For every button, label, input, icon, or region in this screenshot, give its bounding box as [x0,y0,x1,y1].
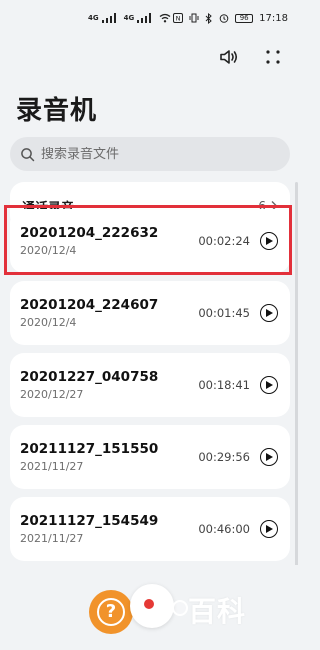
play-icon[interactable] [260,304,278,322]
recording-right: 00:01:45 [198,304,278,322]
play-icon[interactable] [260,448,278,466]
recording-info: 20201204_224607 2020/12/4 [20,297,158,329]
recording-duration: 00:01:45 [198,306,250,320]
status-bar: 4G 4G N 96 17:18 [0,0,300,36]
recording-right: 00:02:24 [198,232,278,250]
help-icon: ? [97,598,125,626]
top-actions [218,46,284,68]
wifi-icon [159,13,171,23]
recording-item[interactable]: 20201204_222632 2020/12/4 00:02:24 [10,209,290,273]
recording-date: 2020/12/4 [20,244,77,257]
network-type-2: 4G [123,14,135,22]
search-bar[interactable] [10,137,290,171]
scrollbar[interactable] [295,182,298,567]
record-button[interactable] [130,584,174,628]
recording-duration: 00:02:24 [198,234,250,248]
watermark-text: 百科 [188,595,247,628]
recording-date: 2020/12/27 [20,388,84,401]
bluetooth-icon [205,12,212,24]
signal-icon-2 [137,13,153,23]
nfc-icon: N [173,13,184,23]
vibrate-icon [189,13,199,23]
svg-text:N: N [176,15,181,23]
recording-name: 20211127_154549 [20,513,159,529]
play-icon[interactable] [260,376,278,394]
page-title: 录音机 [16,96,98,126]
help-button[interactable]: ? [89,590,133,634]
recording-info: 20211127_151550 2021/11/27 [20,441,158,473]
status-right: N 96 17:18 [173,12,288,24]
recording-duration: 00:46:00 [198,522,250,536]
recording-name: 20201204_222632 [20,225,159,241]
recording-info: 20201204_222632 2020/12/4 [20,225,158,257]
recording-name: 20201204_224607 [20,297,159,313]
recording-date: 2020/12/4 [20,316,77,329]
watermark-dot-icon [172,600,188,616]
search-input[interactable] [41,146,271,162]
recording-duration: 00:18:41 [198,378,250,392]
search-icon [21,147,35,161]
recording-item[interactable]: 20211127_151550 2021/11/27 00:29:56 [10,425,290,489]
recording-item[interactable]: 20211127_154549 2021/11/27 00:46:00 [10,497,290,561]
recording-right: 00:46:00 [198,520,278,538]
recording-info: 20201227_040758 2020/12/27 [20,369,158,401]
status-left: 4G 4G [12,13,171,23]
status-time: 17:18 [259,12,288,24]
recording-name: 20201227_040758 [20,369,159,385]
network-type-1: 4G [88,14,99,22]
recording-name: 20211127_151550 [20,441,159,457]
recording-right: 00:18:41 [198,376,278,394]
recording-right: 00:29:56 [198,448,278,466]
battery-icon: 96 [235,13,254,23]
recording-duration: 00:29:56 [198,450,250,464]
speaker-icon[interactable] [218,46,240,68]
signal-icon [101,13,118,23]
recording-date: 2021/11/27 [20,460,84,473]
recording-date: 2021/11/27 [20,532,84,545]
play-icon[interactable] [260,520,278,538]
play-icon[interactable] [260,232,278,250]
alarm-icon [219,14,229,23]
recording-info: 20211127_154549 2021/11/27 [20,513,158,545]
recording-item[interactable]: 20201227_040758 2020/12/27 00:18:41 [10,353,290,417]
more-dots-icon[interactable] [262,46,284,68]
recording-item[interactable]: 20201204_224607 2020/12/4 00:01:45 [10,281,290,345]
